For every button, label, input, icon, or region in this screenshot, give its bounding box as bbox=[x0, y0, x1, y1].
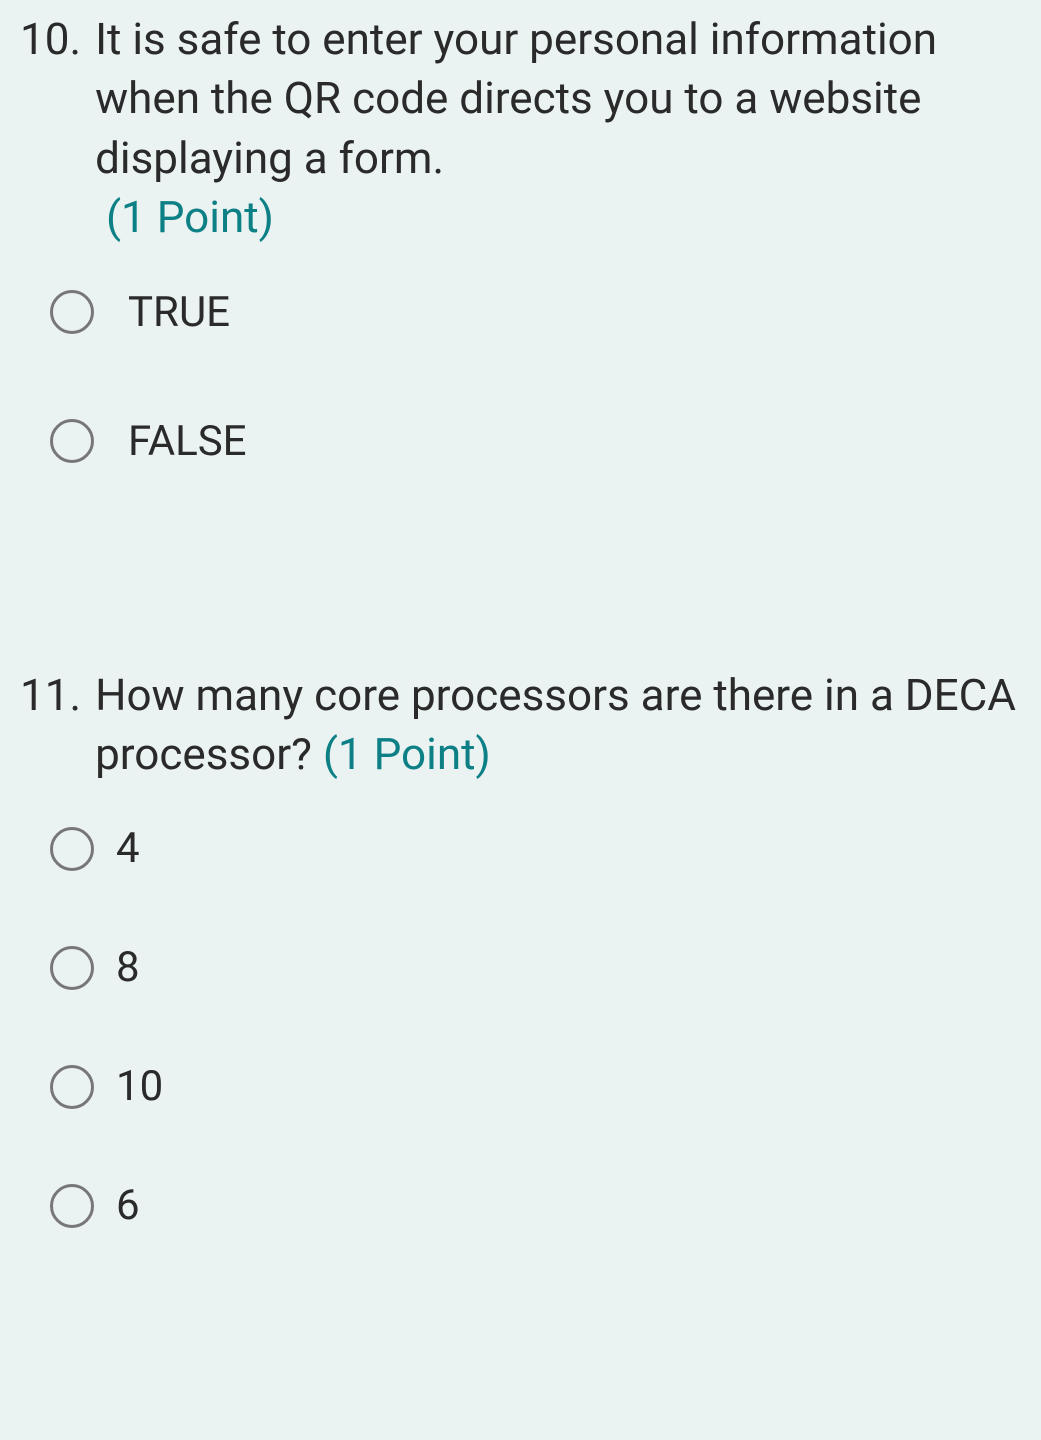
option-false[interactable]: FALSE bbox=[50, 417, 1021, 466]
option-label: TRUE bbox=[128, 288, 230, 337]
option-label: FALSE bbox=[128, 417, 247, 466]
radio-icon bbox=[50, 946, 94, 990]
radio-icon bbox=[50, 419, 94, 463]
option-label: 10 bbox=[116, 1062, 163, 1111]
question-points: (1 Point) bbox=[323, 728, 491, 780]
question-points: (1 Point) bbox=[95, 191, 274, 243]
question-header: 10. It is safe to enter your personal in… bbox=[20, 10, 1021, 248]
question-header: 11. How many core processors are there i… bbox=[20, 666, 1021, 785]
question-text-wrapper: How many core processors are there in a … bbox=[95, 666, 1021, 785]
radio-icon bbox=[50, 1184, 94, 1228]
option-8[interactable]: 8 bbox=[50, 943, 1021, 992]
question-number: 11. bbox=[20, 666, 81, 725]
options-group: TRUE FALSE bbox=[20, 288, 1021, 466]
question-text-wrapper: It is safe to enter your personal inform… bbox=[95, 10, 1021, 248]
option-label: 6 bbox=[116, 1181, 140, 1230]
option-6[interactable]: 6 bbox=[50, 1181, 1021, 1230]
option-label: 4 bbox=[116, 824, 140, 873]
question-text: How many core processors are there in a … bbox=[95, 669, 1016, 780]
radio-icon bbox=[50, 827, 94, 871]
question-10: 10. It is safe to enter your personal in… bbox=[0, 0, 1041, 596]
question-text: It is safe to enter your personal inform… bbox=[95, 13, 937, 184]
radio-icon bbox=[50, 1065, 94, 1109]
question-number: 10. bbox=[20, 10, 81, 69]
options-group: 4 8 10 6 bbox=[20, 824, 1021, 1230]
option-10[interactable]: 10 bbox=[50, 1062, 1021, 1111]
option-4[interactable]: 4 bbox=[50, 824, 1021, 873]
radio-icon bbox=[50, 290, 94, 334]
option-label: 8 bbox=[116, 943, 140, 992]
question-11: 11. How many core processors are there i… bbox=[0, 656, 1041, 1281]
option-true[interactable]: TRUE bbox=[50, 288, 1021, 337]
